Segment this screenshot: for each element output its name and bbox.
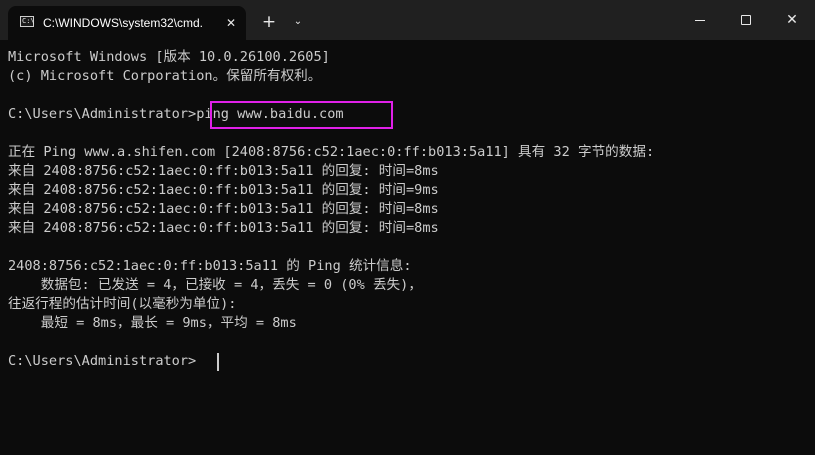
text-cursor <box>217 353 219 371</box>
minimize-button[interactable] <box>677 0 723 40</box>
new-tab-icon[interactable]: + <box>258 11 280 33</box>
command-prompt-icon: C:\ <box>20 16 35 27</box>
terminal-window: C:\ C:\WINDOWS\system32\cmd. ✕ + ⌄ ✕ Mic… <box>0 0 815 455</box>
close-icon: ✕ <box>786 12 798 28</box>
chevron-down-icon[interactable]: ⌄ <box>288 11 308 33</box>
console-line: Microsoft Windows [版本 10.0.26100.2605] <box>8 49 330 65</box>
console-output[interactable]: Microsoft Windows [版本 10.0.26100.2605] (… <box>0 40 815 455</box>
prompt-line: C:\Users\Administrator> <box>8 353 197 369</box>
console-line: 来自 2408:8756:c52:1aec:0:ff:b013:5a11 的回复… <box>8 220 439 236</box>
close-window-button[interactable]: ✕ <box>769 0 815 40</box>
title-bar[interactable]: C:\ C:\WINDOWS\system32\cmd. ✕ + ⌄ ✕ <box>0 0 815 40</box>
maximize-icon <box>741 15 751 25</box>
maximize-button[interactable] <box>723 0 769 40</box>
console-line: 来自 2408:8756:c52:1aec:0:ff:b013:5a11 的回复… <box>8 201 439 217</box>
tab-cmd[interactable]: C:\ C:\WINDOWS\system32\cmd. ✕ <box>8 6 246 40</box>
console-line: 数据包: 已发送 = 4，已接收 = 4，丢失 = 0 (0% 丢失)， <box>8 277 422 293</box>
console-line: 正在 Ping www.a.shifen.com [2408:8756:c52:… <box>8 144 655 160</box>
command-highlight-box <box>210 101 393 129</box>
console-line: 2408:8756:c52:1aec:0:ff:b013:5a11 的 Ping… <box>8 258 412 274</box>
console-line: 最短 = 8ms，最长 = 9ms，平均 = 8ms <box>8 315 297 331</box>
console-line: 来自 2408:8756:c52:1aec:0:ff:b013:5a11 的回复… <box>8 163 439 179</box>
prompt: C:\Users\Administrator> <box>8 106 197 122</box>
console-line: 来自 2408:8756:c52:1aec:0:ff:b013:5a11 的回复… <box>8 182 439 198</box>
tab-title: C:\WINDOWS\system32\cmd. <box>43 16 204 30</box>
minimize-icon <box>695 20 705 21</box>
command-prompt-icon-glyph: C:\ <box>22 17 35 25</box>
console-line: (c) Microsoft Corporation。保留所有权利。 <box>8 68 322 84</box>
console-line: 往返行程的估计时间(以毫秒为单位): <box>8 296 237 312</box>
close-tab-icon[interactable]: ✕ <box>222 14 240 32</box>
